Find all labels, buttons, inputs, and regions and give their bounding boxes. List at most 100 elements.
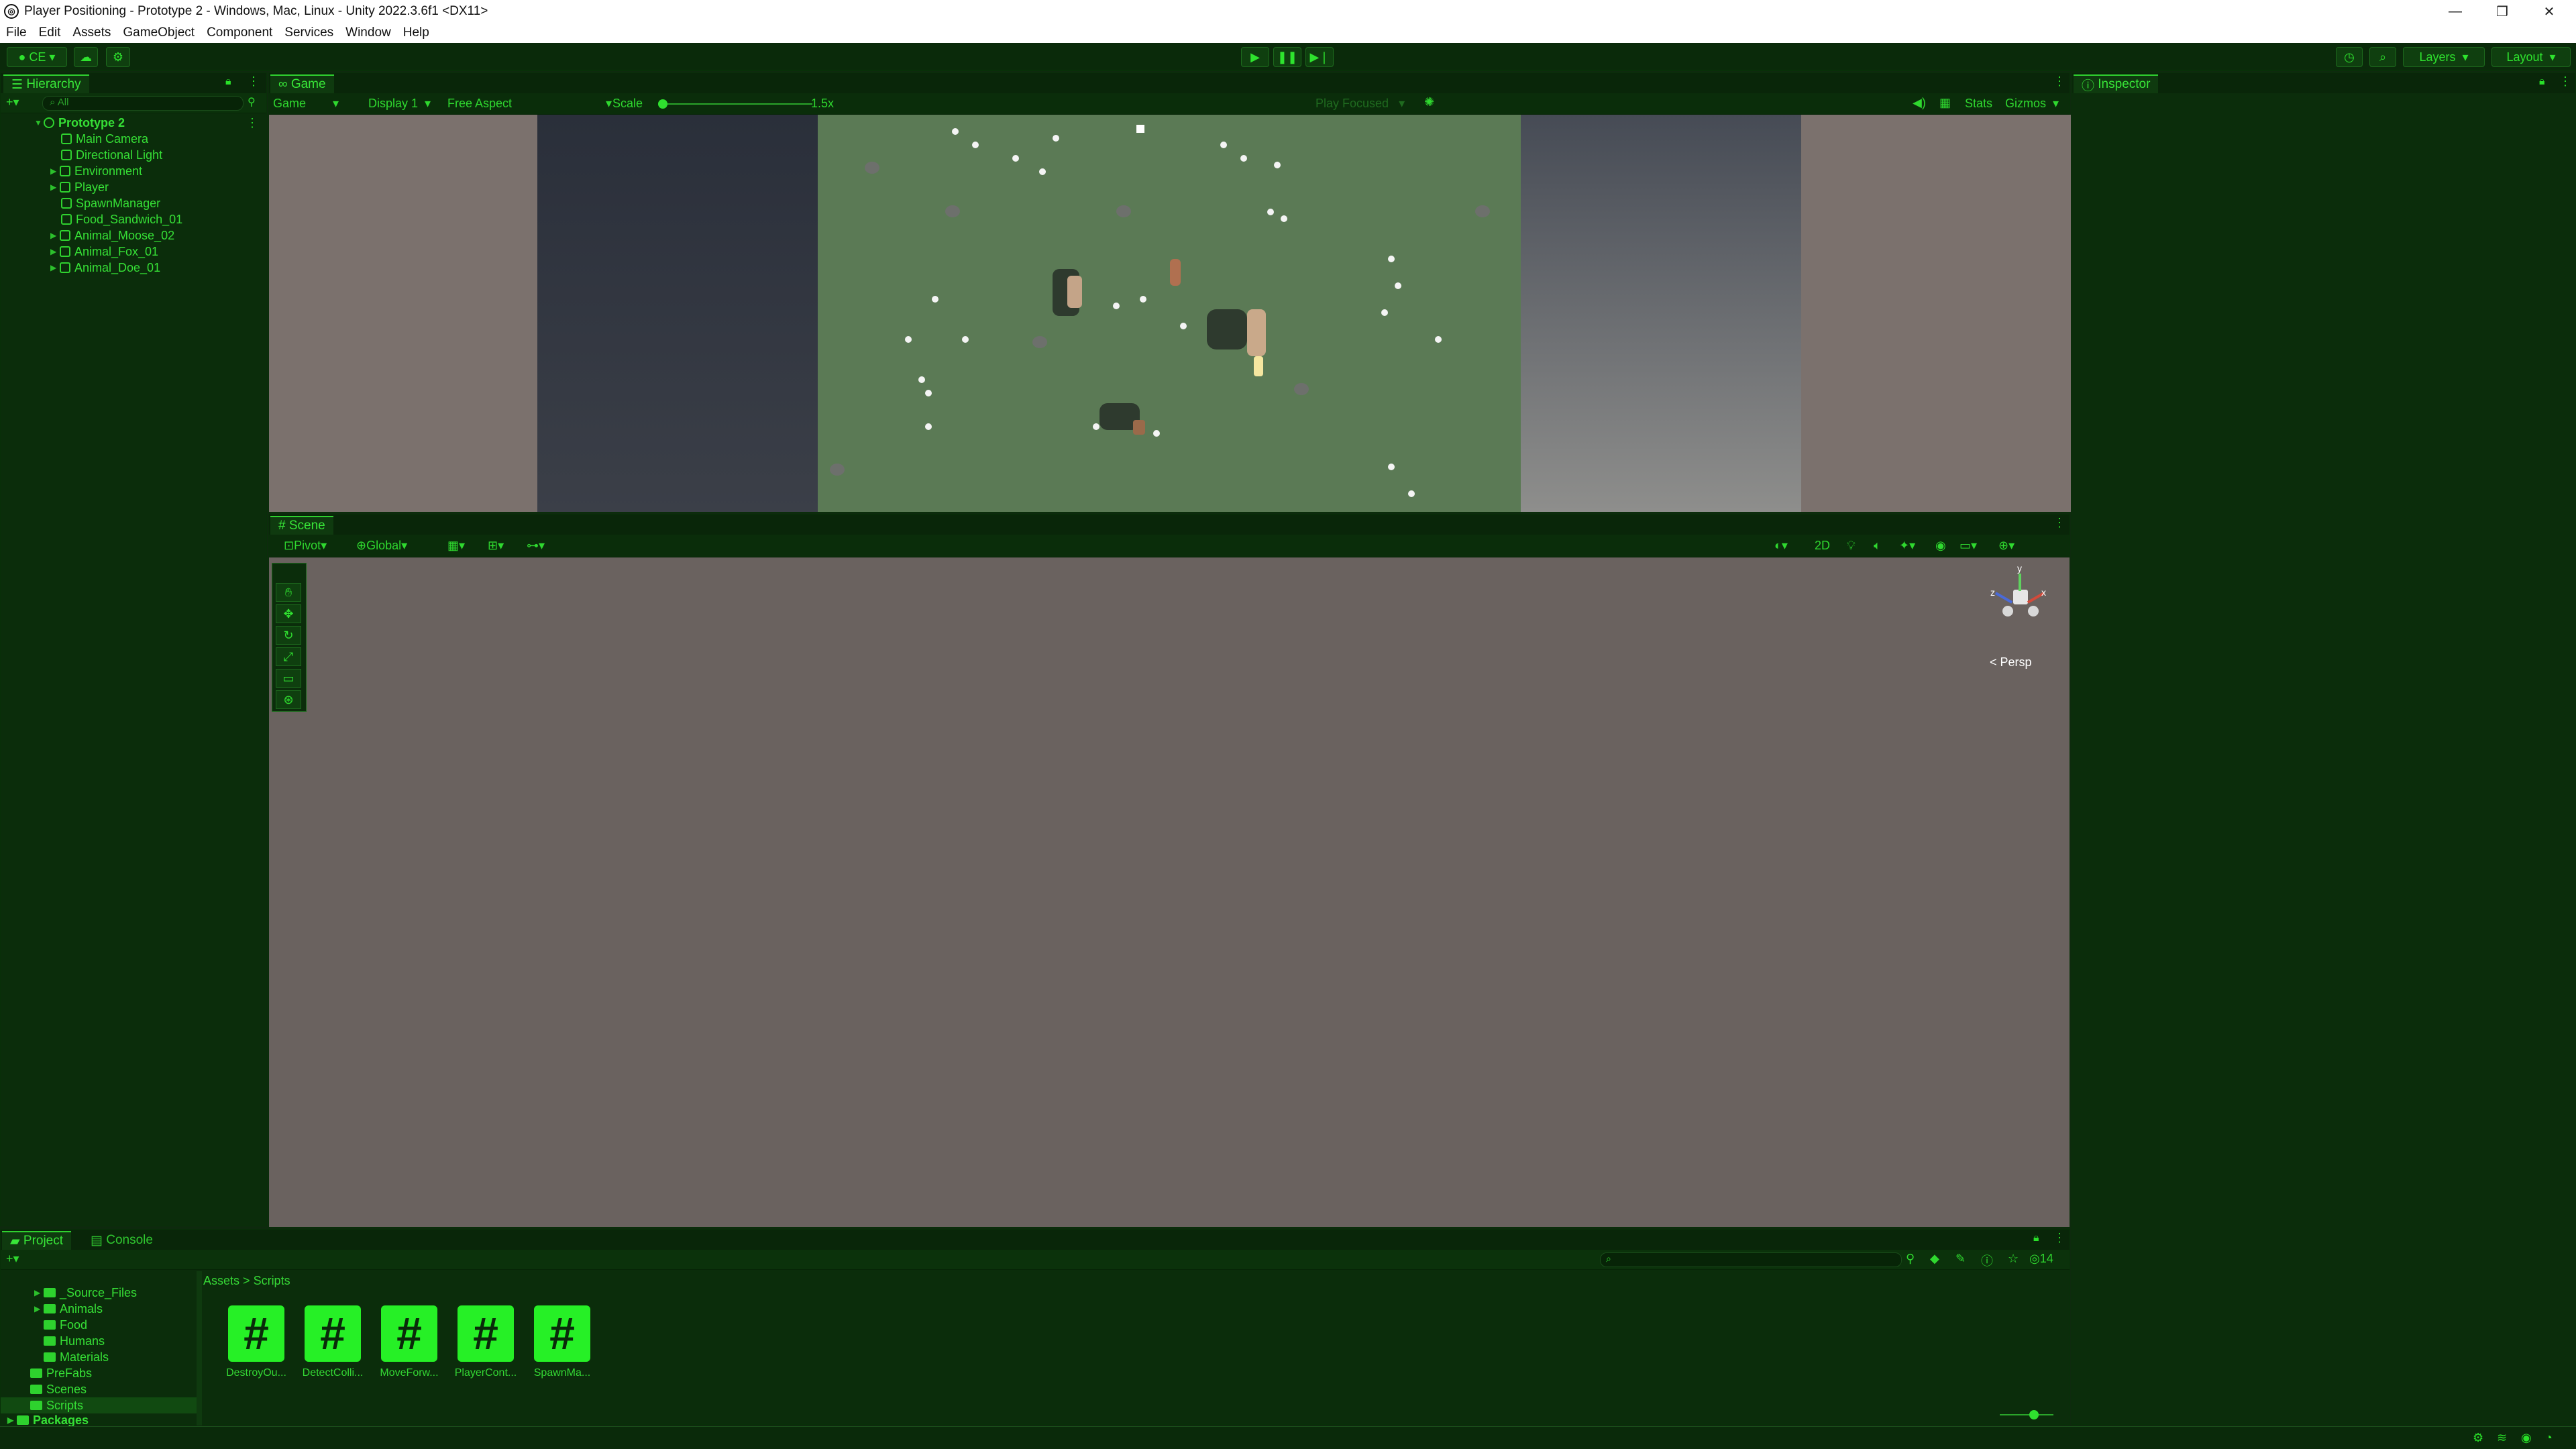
keyboard-icon[interactable]: ▦	[1939, 96, 1951, 110]
hierarchy-item-animal-fox[interactable]: ▶ Animal_Fox_01	[50, 244, 158, 260]
icon-size-slider-thumb[interactable]	[2029, 1410, 2039, 1419]
hierarchy-item-animal-doe[interactable]: ▶ Animal_Doe_01	[50, 260, 160, 276]
close-icon[interactable]: ✕	[2526, 0, 2573, 23]
filter-icon[interactable]: ⚲	[248, 95, 256, 109]
effects-dropdown[interactable]: ✦▾	[1899, 539, 1915, 553]
tab-game[interactable]: ∞ Game	[270, 74, 334, 93]
menu-gameobject[interactable]: GameObject	[117, 25, 201, 40]
breadcrumb-assets[interactable]: Assets	[203, 1274, 239, 1287]
hierarchy-item-player[interactable]: ▶ Player	[50, 179, 109, 195]
project-search-input[interactable]: ⌕	[1600, 1252, 1902, 1267]
gizmos-scene-dropdown[interactable]: ⊕▾	[1998, 539, 2015, 553]
scene-root-item[interactable]: ▼ Prototype 2 ⋮	[34, 115, 258, 131]
more-icon[interactable]: ⋮	[2053, 1231, 2065, 1245]
expand-arrow-icon[interactable]: ▶	[50, 263, 60, 272]
pause-button[interactable]: ❚❚	[1273, 47, 1301, 67]
search-filter-icon[interactable]: ⚲	[1906, 1252, 1915, 1266]
expand-arrow-icon[interactable]: ▼	[34, 118, 44, 127]
tab-hierarchy[interactable]: ☰ Hierarchy	[3, 74, 89, 93]
audio-icon[interactable]: 🔈︎	[1874, 539, 1881, 553]
hierarchy-search-input[interactable]: ⌕ All	[42, 96, 244, 111]
play-mode-dropdown[interactable]: Play Focused ▾	[1316, 97, 1405, 111]
type-filter-icon[interactable]: ◆	[1930, 1252, 1939, 1266]
create-plus-icon[interactable]: +▾	[6, 95, 19, 109]
menu-assets[interactable]: Assets	[66, 25, 117, 40]
breadcrumb-scripts[interactable]: Scripts	[254, 1274, 290, 1287]
shading-mode-dropdown[interactable]: ◐▾	[1774, 539, 1788, 553]
tab-scene[interactable]: # Scene	[270, 516, 333, 535]
script-asset-icon[interactable]: #	[534, 1305, 590, 1362]
mute-icon[interactable]: ◀)	[1913, 96, 1926, 110]
game-viewport[interactable]	[269, 115, 2071, 512]
orientation-gizmo[interactable]: y z x	[1986, 563, 2053, 630]
rotate-tool-icon[interactable]: ↻	[276, 626, 301, 645]
error-icon[interactable]: ⓘ	[1981, 1252, 1993, 1269]
scale-slider[interactable]	[658, 99, 812, 109]
folder-item-humans[interactable]: Humans	[44, 1333, 105, 1349]
hierarchy-item-animal-moose[interactable]: ▶ Animal_Moose_02	[50, 227, 174, 244]
expand-arrow-icon[interactable]: ▶	[50, 247, 60, 256]
folder-item-scripts[interactable]: Scripts	[1, 1397, 199, 1413]
expand-arrow-icon[interactable]: ▶	[50, 182, 60, 192]
play-button[interactable]: ▶	[1241, 47, 1269, 67]
scale-slider-thumb[interactable]	[658, 99, 667, 109]
hierarchy-item-food-sandwich[interactable]: Food_Sandwich_01	[61, 211, 182, 227]
menu-component[interactable]: Component	[201, 25, 278, 40]
snap-increment-icon[interactable]: ⊞▾	[488, 539, 504, 553]
hidden-packages-badge[interactable]: ◎14	[2029, 1252, 2053, 1266]
expand-arrow-icon[interactable]: ▶	[50, 231, 60, 240]
folder-item-food[interactable]: Food	[44, 1317, 87, 1333]
menu-window[interactable]: Window	[339, 25, 397, 40]
step-button[interactable]: ▶❘	[1305, 47, 1334, 67]
gizmos-dropdown[interactable]: Gizmos ▾	[2005, 97, 2059, 111]
transform-tool-icon[interactable]: ⊛	[276, 690, 301, 709]
hierarchy-item-directional-light[interactable]: Directional Light	[61, 147, 162, 163]
cloud-status-icon[interactable]: ◉	[2521, 1431, 2532, 1445]
perspective-toggle[interactable]: < Persp	[1990, 655, 2032, 669]
stack-icon[interactable]: ≋	[2497, 1431, 2507, 1445]
folder-item-animals[interactable]: ▶ Animals	[34, 1301, 103, 1317]
layers-dropdown[interactable]: Layers ▾	[2403, 47, 2485, 67]
hierarchy-item-spawnmanager[interactable]: SpawnManager	[61, 195, 160, 211]
rect-tool-icon[interactable]: ▭	[276, 669, 301, 688]
lock-icon[interactable]: 🔒︎	[2033, 1232, 2039, 1244]
visibility-icon[interactable]: ◉	[1935, 539, 1946, 553]
collab-icon[interactable]: ⚙	[106, 47, 130, 67]
script-asset-icon[interactable]: #	[228, 1305, 284, 1362]
account-dropdown[interactable]: ● CE ▾	[7, 47, 67, 67]
move-tool-icon[interactable]: ✥	[276, 604, 301, 623]
menu-edit[interactable]: Edit	[33, 25, 67, 40]
menu-services[interactable]: Services	[278, 25, 339, 40]
folder-item-materials[interactable]: Materials	[44, 1349, 109, 1365]
display-dropdown[interactable]: Display 1 ▾	[368, 97, 431, 111]
pivot-dropdown[interactable]: ⊡Pivot▾	[284, 539, 327, 553]
hand-tool-icon[interactable]: ✋︎	[276, 583, 301, 602]
lighting-icon[interactable]: 💡︎	[1847, 539, 1856, 553]
game-view-dropdown[interactable]: Game ▾	[273, 97, 339, 111]
more-icon[interactable]: ⋮	[2053, 74, 2065, 89]
minimize-icon[interactable]: —	[2432, 0, 2479, 23]
bug-icon[interactable]: ✺	[1424, 95, 1434, 109]
folder-item-scenes[interactable]: Scenes	[30, 1381, 87, 1397]
folder-item-source-files[interactable]: ▶ _Source_Files	[34, 1285, 137, 1301]
2d-toggle[interactable]: 2D	[1815, 539, 1830, 553]
aspect-dropdown[interactable]: Free Aspect ▾	[447, 97, 612, 111]
script-asset-icon[interactable]: #	[305, 1305, 361, 1362]
tab-inspector[interactable]: ⓘ Inspector	[2074, 74, 2159, 93]
tab-console[interactable]: ▤ Console	[83, 1231, 161, 1250]
global-dropdown[interactable]: ⊕Global▾	[356, 539, 407, 553]
folder-item-prefabs[interactable]: PreFabs	[30, 1365, 92, 1381]
restore-icon[interactable]: ❐	[2479, 0, 2526, 23]
icon-size-slider[interactable]	[2000, 1410, 2053, 1419]
script-asset-icon[interactable]: #	[381, 1305, 437, 1362]
history-icon[interactable]: ◷	[2336, 47, 2363, 67]
cloud-icon[interactable]: ☁	[74, 47, 98, 67]
ruler-icon[interactable]: ⊶▾	[527, 539, 545, 553]
grid-snap-icon[interactable]: ▦▾	[447, 539, 465, 553]
hierarchy-item-environment[interactable]: ▶ Environment	[50, 163, 142, 179]
stats-button[interactable]: Stats	[1965, 97, 1992, 111]
more-icon[interactable]: ⋮	[248, 74, 260, 89]
build-icon[interactable]: ⚙	[2473, 1431, 2483, 1445]
layout-dropdown[interactable]: Layout ▾	[2491, 47, 2571, 67]
lock-icon[interactable]: 🔒︎	[225, 76, 231, 88]
